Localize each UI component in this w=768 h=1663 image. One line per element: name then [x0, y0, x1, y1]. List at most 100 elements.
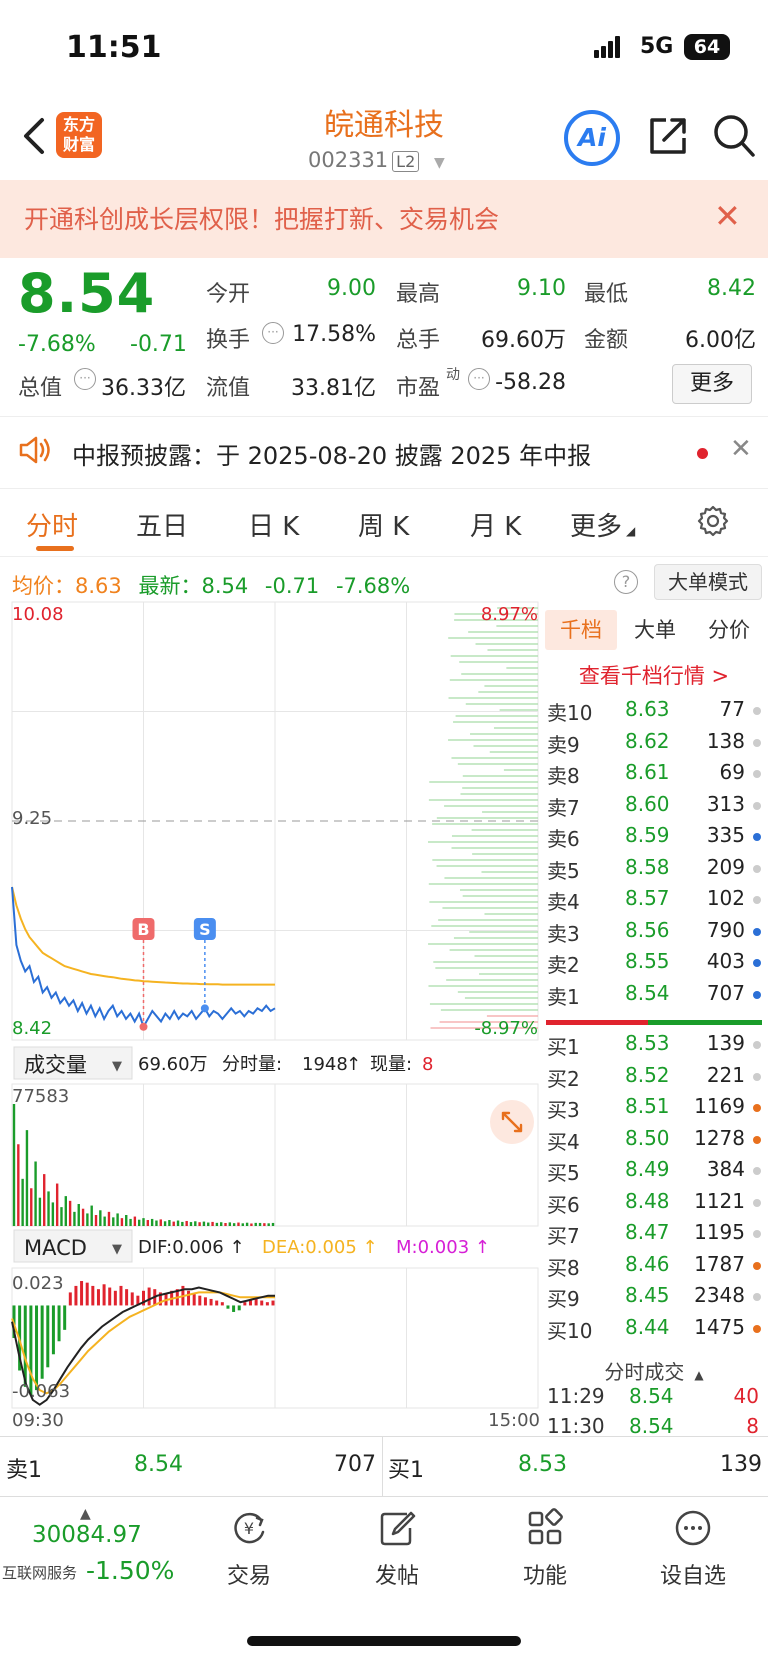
clock: 11:51	[66, 30, 162, 65]
bid-row[interactable]: 买6 8.48 1121	[545, 1189, 763, 1220]
order-level-label: 买5	[547, 1161, 580, 1185]
bid-row[interactable]: 买3 8.51 1169	[545, 1094, 763, 1125]
share-icon[interactable]	[646, 114, 690, 158]
nav-trade[interactable]: ¥ 交易	[204, 1508, 294, 1590]
latest-change-pct: -7.68%	[335, 574, 411, 598]
order-volume: 139	[706, 1031, 745, 1055]
edit-icon	[380, 1511, 416, 1546]
nav-trade-label: 交易	[226, 1564, 271, 1589]
bid-row[interactable]: 买9 8.45 2348	[545, 1283, 763, 1314]
low-label: 最低	[584, 282, 629, 307]
close-icon[interactable]: ✕	[714, 200, 741, 232]
order-book-tabs: 千档 大单 分价	[545, 610, 763, 650]
intraday-chart[interactable]: BS 10.08 9.25 8.42 8.97% -8.97% 成交量 ▼ 69…	[0, 600, 545, 1430]
ticks-header[interactable]: 分时成交 ▲	[545, 1356, 763, 1385]
tab-intraday[interactable]: 分时	[26, 506, 78, 543]
order-level-label: 买6	[547, 1192, 580, 1217]
marker-dot	[200, 1004, 209, 1013]
order-flag-dot	[753, 1198, 761, 1207]
ai-button[interactable]: Ai	[564, 110, 620, 166]
latest-change: -0.71	[264, 574, 320, 598]
order-volume: 77	[719, 697, 745, 721]
svg-text:¥: ¥	[244, 1519, 254, 1538]
gear-icon[interactable]	[696, 504, 730, 538]
mcap-value: 36.33亿	[101, 376, 186, 401]
macd-bottom-label: -0.063	[12, 1381, 70, 1402]
order-price: 8.47	[625, 1220, 670, 1244]
bid-row[interactable]: 买4 8.50 1278	[545, 1126, 763, 1157]
dea-label: DEA:0.005 ↑	[262, 1237, 378, 1258]
tab-monthly-k[interactable]: 月 K	[470, 506, 521, 543]
tab-more[interactable]: 更多 ◢	[570, 506, 635, 543]
order-level-label: 买8	[547, 1255, 580, 1280]
bid-row[interactable]: 买10 8.44 1475	[545, 1315, 763, 1346]
ask-row[interactable]: 卖3 8.56 790	[545, 918, 763, 949]
order-price: 8.44	[625, 1314, 670, 1339]
notice-text[interactable]: 中报预披露：于 2025-08-20 披露 2025 年中报	[72, 436, 591, 471]
ask-row[interactable]: 卖8 8.61 69	[545, 760, 763, 791]
bid-row[interactable]: 买5 8.49 384	[545, 1157, 763, 1188]
order-flag-dot	[753, 1135, 761, 1144]
ask-row[interactable]: 卖1 8.54 707	[545, 981, 763, 1012]
ask-row[interactable]: 卖7 8.60 313	[545, 792, 763, 823]
unread-dot	[697, 448, 708, 459]
promo-banner-text[interactable]: 开通科创成长层权限！把握打新、交易机会	[24, 200, 499, 236]
ask-row[interactable]: 卖10 8.63 77	[545, 697, 763, 728]
order-flag-dot	[753, 1167, 761, 1175]
close-icon[interactable]: ✕	[730, 434, 752, 464]
tab-daily-k[interactable]: 日 K	[248, 506, 299, 543]
divider	[0, 1436, 768, 1437]
ask-row[interactable]: 卖6 8.59 335	[545, 823, 763, 854]
info-icon[interactable]: ···	[74, 368, 96, 390]
order-flag-dot	[753, 927, 761, 936]
home-indicator	[247, 1636, 521, 1646]
stock-name[interactable]: 皖通科技	[284, 100, 484, 144]
ask-row[interactable]: 卖4 8.57 102	[545, 886, 763, 917]
sector-index-value[interactable]: 30084.97	[32, 1522, 142, 1548]
order-volume: 69	[719, 760, 745, 784]
tab-price-dist[interactable]: 分价	[693, 610, 765, 650]
view-full-depth-link[interactable]: 查看千档行情 >	[545, 660, 763, 690]
back-icon[interactable]	[16, 114, 52, 158]
order-level-label: 卖1	[547, 984, 580, 1009]
divider	[382, 1436, 383, 1496]
turnover-value: 17.58%	[292, 322, 376, 347]
ask-row[interactable]: 卖9 8.62 138	[545, 729, 763, 760]
tab-five-day[interactable]: 五日	[136, 506, 188, 543]
ask-row[interactable]: 卖2 8.55 403	[545, 949, 763, 980]
order-flag-dot	[753, 959, 761, 967]
nav-add-watchlist[interactable]: 设自选	[648, 1508, 738, 1590]
tab-full-depth[interactable]: 千档	[545, 610, 617, 650]
nav-functions[interactable]: 功能	[500, 1508, 590, 1590]
macd-top-label: 0.023	[12, 1273, 64, 1294]
ask-row[interactable]: 卖5 8.58 209	[545, 855, 763, 886]
bid-row[interactable]: 买7 8.47 1195	[545, 1220, 763, 1251]
tab-weekly-k[interactable]: 周 K	[358, 506, 409, 543]
tab-big-orders[interactable]: 大单	[619, 610, 691, 650]
order-volume: 1787	[694, 1251, 745, 1276]
help-icon[interactable]: ?	[614, 570, 638, 594]
order-volume: 209	[706, 854, 745, 879]
app-logo: 东方 财富	[56, 112, 102, 158]
bid-row[interactable]: 买8 8.46 1787	[545, 1252, 763, 1283]
order-flag-dot	[753, 801, 761, 810]
order-volume: 1475	[694, 1314, 745, 1339]
nav-post[interactable]: 发帖	[352, 1508, 442, 1590]
trade-markers: BS	[132, 918, 216, 1031]
big-order-mode-button[interactable]: 大单模式	[654, 564, 762, 600]
strip-bid-volume: 139	[720, 1452, 762, 1477]
x-end-label: 15:00	[488, 1410, 540, 1430]
stock-code-selector[interactable]: 002331 L2 ▼	[308, 148, 445, 172]
sector-index-pct[interactable]: -1.50%	[86, 1556, 174, 1585]
current-price: 8.54	[18, 262, 156, 325]
bid-row[interactable]: 买1 8.53 139	[545, 1031, 763, 1062]
more-button[interactable]: 更多	[672, 364, 752, 404]
sector-name[interactable]: 互联网服务	[2, 1562, 77, 1583]
bid-row[interactable]: 买2 8.52 221	[545, 1063, 763, 1094]
order-flag-dot	[753, 707, 761, 715]
order-price: 8.55	[625, 949, 670, 973]
order-level-label: 卖5	[547, 858, 580, 883]
avg-value: 8.63	[75, 574, 122, 598]
battery-icon: 64	[684, 34, 730, 60]
search-icon[interactable]	[712, 112, 756, 160]
